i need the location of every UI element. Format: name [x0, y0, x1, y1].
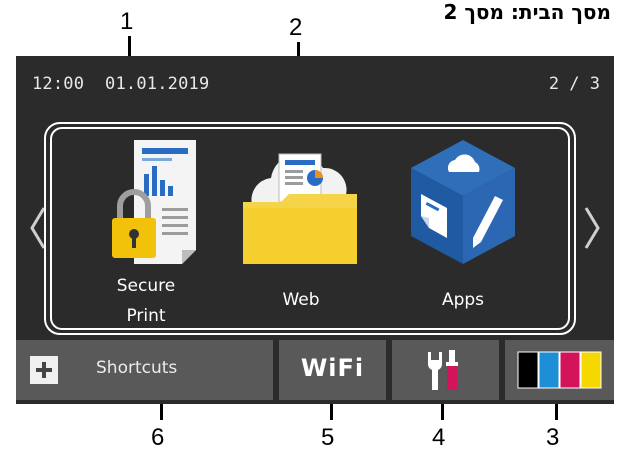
tile-secure-print-label-2: Print	[126, 306, 166, 326]
bottom-bar: Shortcuts WiFi	[16, 340, 614, 404]
tile-secure-print-label-1: Secure	[116, 276, 176, 296]
shortcuts-button[interactable]: Shortcuts	[16, 340, 273, 400]
callout-4: 4	[432, 424, 446, 451]
nav-right-arrow[interactable]	[582, 206, 602, 250]
chevron-right-icon	[584, 207, 600, 249]
shortcuts-label: Shortcuts	[96, 358, 178, 378]
web-cloud-folder-icon	[243, 153, 357, 264]
apps-cube-icon	[411, 140, 515, 264]
callout-2: 2	[289, 14, 303, 41]
ink-cartridges-icon	[517, 351, 602, 389]
wrench-screwdriver-icon	[427, 350, 458, 390]
tile-web[interactable]: Web	[226, 138, 376, 328]
settings-button[interactable]	[392, 340, 499, 400]
datetime: 12:00 01.01.2019	[32, 74, 210, 94]
callout-5: 5	[321, 424, 335, 451]
tile-apps[interactable]: Apps	[388, 138, 538, 328]
secure-print-icon	[112, 140, 196, 264]
callout-1: 1	[120, 8, 134, 35]
callout-6: 6	[151, 424, 165, 451]
tile-web-label: Web	[282, 290, 320, 310]
page-indicator: 2 / 3	[548, 74, 600, 94]
plus-icon	[30, 356, 58, 384]
home-screen: 12:00 01.01.2019 2 / 3 Secure Print Web …	[16, 56, 614, 404]
callout-3: 3	[546, 424, 560, 451]
ink-button[interactable]	[505, 340, 614, 400]
wifi-button[interactable]: WiFi	[279, 340, 386, 400]
caption: מסך הבית: מסך 2	[443, 0, 611, 24]
tile-apps-label: Apps	[441, 290, 485, 310]
tile-secure-print[interactable]: Secure Print	[71, 138, 221, 328]
wifi-label: WiFi	[300, 354, 365, 382]
